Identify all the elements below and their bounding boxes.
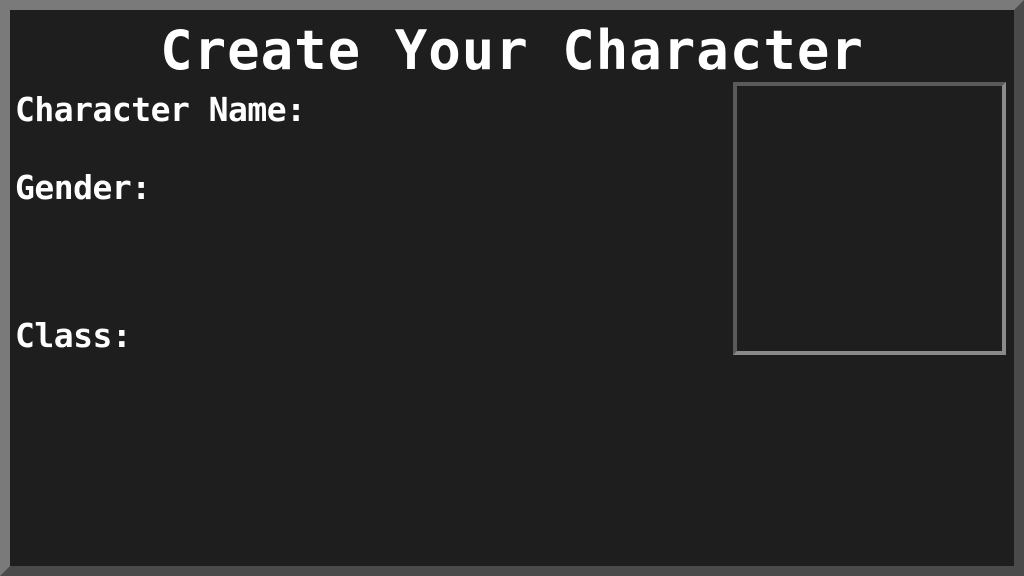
gender-label: Gender: [15,168,151,207]
character-preview-box [733,82,1006,355]
character-name-label: Character Name: [15,90,306,129]
class-label: Class: [15,316,132,355]
screen-title: Create Your Character [160,19,864,82]
character-creation-screen: Create Your Character Character Name: Ge… [0,0,1024,576]
